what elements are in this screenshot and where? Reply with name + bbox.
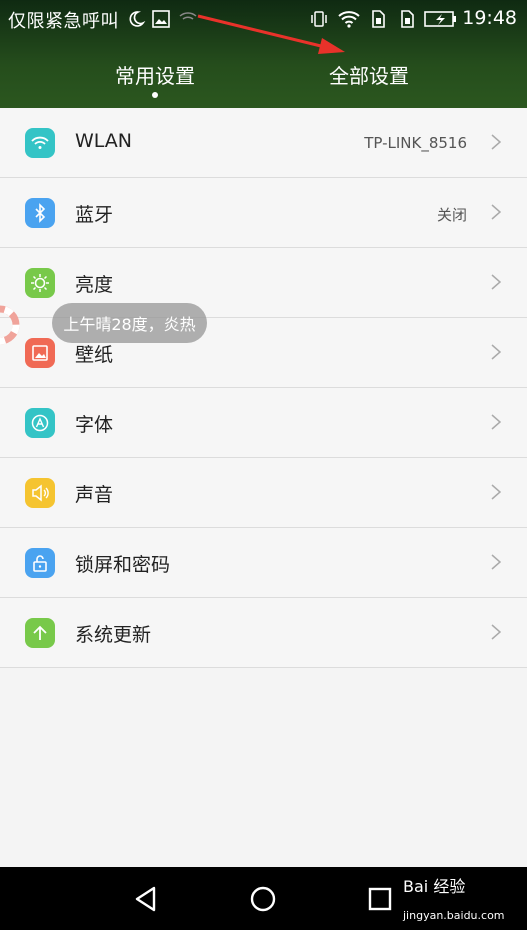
chevron-right-icon — [491, 414, 502, 430]
weather-tooltip: 上午晴28度，炎热 — [52, 303, 207, 343]
update-icon — [25, 618, 55, 648]
setting-label: 锁屏和密码 — [75, 554, 171, 576]
chevron-right-icon — [491, 484, 502, 500]
home-icon[interactable] — [247, 883, 279, 915]
setting-label: 亮度 — [75, 274, 114, 296]
sound-icon — [25, 478, 55, 508]
lock-icon — [25, 548, 55, 578]
setting-value: 关闭 — [436, 206, 467, 224]
setting-row-lockscreen[interactable]: 锁屏和密码 — [0, 528, 527, 598]
setting-row-system-update[interactable]: 系统更新 — [0, 598, 527, 668]
chevron-right-icon — [491, 204, 502, 220]
floating-lifebuoy-icon[interactable] — [0, 303, 26, 347]
setting-label: 声音 — [75, 484, 114, 506]
chevron-right-icon — [491, 624, 502, 640]
chevron-right-icon — [491, 554, 502, 570]
setting-label: 字体 — [75, 414, 114, 436]
setting-row-font[interactable]: 字体 — [0, 388, 527, 458]
setting-label: WLAN — [75, 130, 133, 152]
wallpaper-icon — [25, 338, 55, 368]
bluetooth-icon — [25, 198, 55, 228]
setting-label: 系统更新 — [75, 624, 152, 646]
watermark-title: Bai 经验 — [403, 877, 466, 896]
wifi-icon — [25, 128, 55, 158]
font-icon — [25, 408, 55, 438]
watermark-url: jingyan.baidu.com — [403, 909, 505, 922]
setting-label: 壁纸 — [75, 344, 114, 366]
active-tab-indicator — [152, 92, 158, 98]
brightness-icon — [25, 268, 55, 298]
back-icon[interactable] — [130, 883, 162, 915]
settings-list: WLAN TP-LINK_8516 蓝牙 关闭 亮度 壁纸 字体 声音 锁屏和密… — [0, 108, 527, 668]
setting-value: TP-LINK_8516 — [364, 134, 467, 152]
chevron-right-icon — [491, 134, 502, 150]
recents-icon[interactable] — [364, 883, 396, 915]
chevron-right-icon — [491, 344, 502, 360]
setting-row-bluetooth[interactable]: 蓝牙 关闭 — [0, 178, 527, 248]
setting-row-wlan[interactable]: WLAN TP-LINK_8516 — [0, 108, 527, 178]
annotation-arrow — [197, 14, 345, 54]
chevron-right-icon — [491, 274, 502, 290]
setting-label: 蓝牙 — [75, 204, 114, 226]
setting-row-sound[interactable]: 声音 — [0, 458, 527, 528]
